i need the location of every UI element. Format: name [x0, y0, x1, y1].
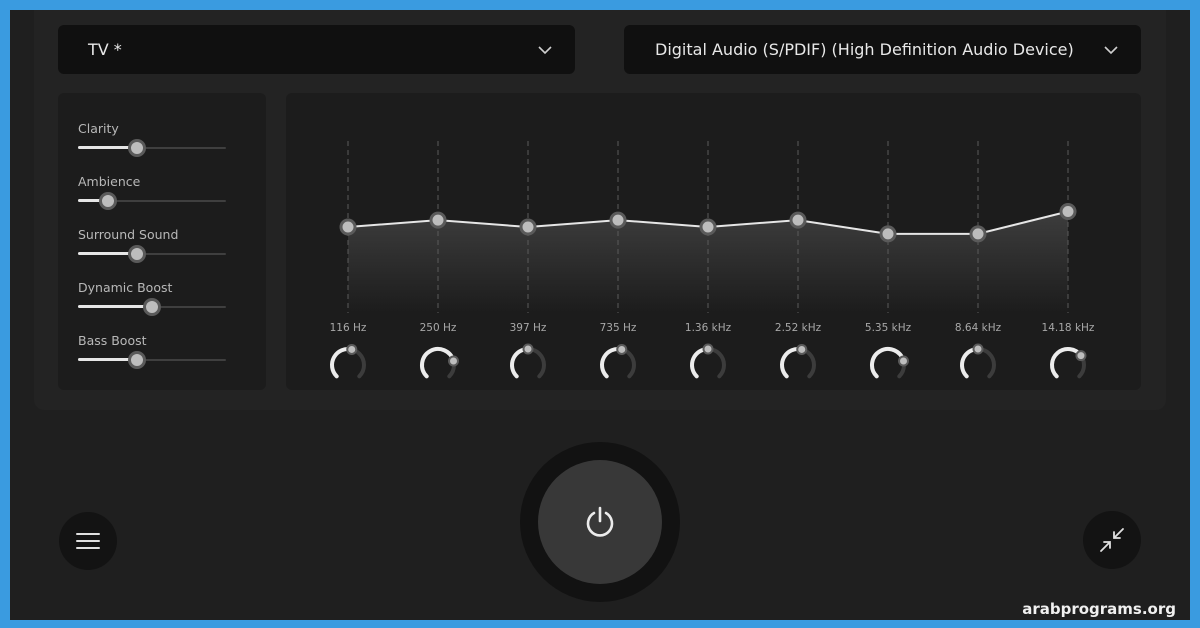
- minimize-arrows-icon: [1100, 528, 1124, 552]
- menu-button[interactable]: [59, 512, 117, 570]
- ambience-slider[interactable]: [78, 190, 226, 212]
- band-knob[interactable]: [416, 343, 460, 387]
- power-button[interactable]: [538, 460, 662, 584]
- minimize-button[interactable]: [1083, 511, 1141, 569]
- effect-bass-boost: Bass Boost: [78, 333, 226, 371]
- effect-label: Clarity: [78, 121, 119, 136]
- knob-handle[interactable]: [346, 343, 358, 355]
- effect-label: Dynamic Boost: [78, 280, 173, 295]
- band-knob[interactable]: [506, 343, 550, 387]
- output-device-label: TV *: [88, 40, 122, 59]
- band-freq-label: 397 Hz: [509, 322, 547, 334]
- output-device-dropdown[interactable]: TV *: [58, 25, 575, 74]
- band-gain-handle[interactable]: [609, 211, 627, 229]
- knob-handle[interactable]: [796, 343, 808, 355]
- band-freq-label: 116 Hz: [329, 322, 367, 334]
- app-window: TV * Digital Audio (S/PDIF) (High Defini…: [10, 10, 1190, 620]
- power-icon: [586, 506, 614, 537]
- effects-panel: Clarity Ambience Surround Sound Dynamic …: [58, 93, 266, 390]
- slider-thumb[interactable]: [143, 298, 161, 316]
- band-gain-handle[interactable]: [879, 225, 897, 243]
- band-gain-handle[interactable]: [969, 225, 987, 243]
- dynamic-boost-slider[interactable]: [78, 296, 226, 318]
- slider-thumb[interactable]: [128, 139, 147, 157]
- hamburger-menu-icon: [76, 533, 100, 549]
- effect-dynamic-boost: Dynamic Boost: [78, 280, 226, 318]
- slider-fill: [78, 305, 152, 308]
- audio-device-label: Digital Audio (S/PDIF) (High Definition …: [655, 40, 1074, 59]
- band-gain-handle[interactable]: [339, 218, 357, 236]
- watermark-text: arabprograms.org: [1022, 600, 1176, 618]
- band-freq-label: 2.52 kHz: [774, 322, 822, 334]
- band-freq-label: 250 Hz: [419, 322, 457, 334]
- band-freq-label: 5.35 kHz: [864, 322, 912, 334]
- band-knob[interactable]: [776, 343, 820, 387]
- slider-thumb[interactable]: [98, 192, 117, 210]
- band-gain-handle[interactable]: [1059, 203, 1077, 221]
- slider-thumb[interactable]: [128, 245, 147, 263]
- band-knob[interactable]: [596, 343, 640, 387]
- knob-handle[interactable]: [972, 343, 984, 355]
- knob-handle[interactable]: [616, 343, 628, 355]
- band-knob[interactable]: [686, 343, 730, 387]
- effect-clarity: Clarity: [78, 121, 226, 159]
- band-gain-handle[interactable]: [429, 211, 447, 229]
- equalizer-panel: 116 Hz 250 Hz 397 Hz 735 Hz 1.36 kHz 2.5…: [286, 93, 1141, 390]
- bass-boost-slider[interactable]: [78, 349, 226, 371]
- band-freq-label: 1.36 kHz: [684, 322, 732, 334]
- effect-ambience: Ambience: [78, 174, 226, 212]
- chevron-down-icon: [538, 45, 552, 54]
- band-knob[interactable]: [326, 343, 370, 387]
- effect-label: Surround Sound: [78, 227, 179, 242]
- knob-handle[interactable]: [447, 355, 459, 367]
- effect-label: Ambience: [78, 174, 141, 189]
- clarity-slider[interactable]: [78, 137, 226, 159]
- knob-handle[interactable]: [897, 355, 909, 367]
- chevron-down-icon: [1104, 45, 1118, 54]
- effect-label: Bass Boost: [78, 333, 147, 348]
- band-freq-label: 8.64 kHz: [954, 322, 1002, 334]
- band-knob[interactable]: [866, 343, 910, 387]
- surround-sound-slider[interactable]: [78, 243, 226, 265]
- knob-handle[interactable]: [702, 343, 714, 355]
- slider-thumb[interactable]: [128, 351, 147, 369]
- knob-handle[interactable]: [1075, 350, 1087, 362]
- audio-device-dropdown[interactable]: Digital Audio (S/PDIF) (High Definition …: [624, 25, 1141, 74]
- band-gain-handle[interactable]: [789, 211, 807, 229]
- effect-surround-sound: Surround Sound: [78, 227, 226, 265]
- band-knob[interactable]: [956, 343, 1000, 387]
- band-freq-label: 14.18 kHz: [1041, 322, 1095, 334]
- band-knob[interactable]: [1046, 343, 1090, 387]
- power-ring: [520, 442, 680, 602]
- band-freq-label: 735 Hz: [599, 322, 637, 334]
- band-gain-handle[interactable]: [699, 218, 717, 236]
- knob-handle[interactable]: [522, 343, 534, 355]
- band-gain-handle[interactable]: [519, 218, 537, 236]
